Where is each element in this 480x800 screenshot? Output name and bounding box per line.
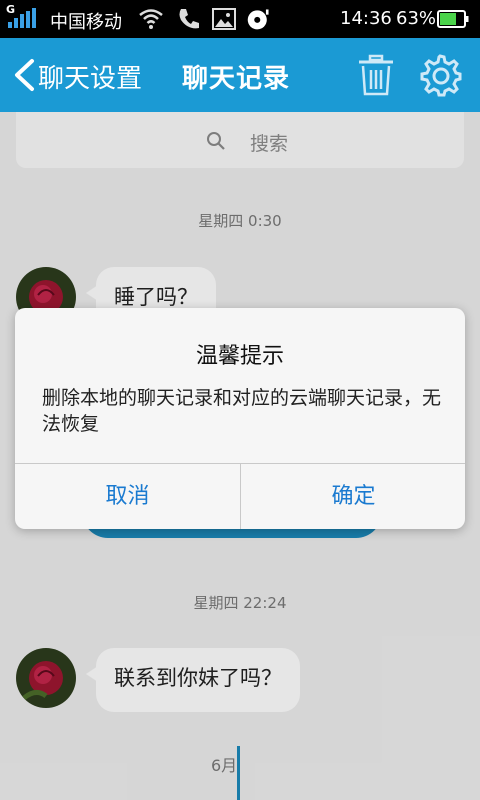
dialog-message: 删除本地的聊天记录和对应的云端聊天记录，无法恢复 (42, 387, 442, 435)
battery-percent: 63% (396, 8, 437, 29)
title-bar: 聊天设置 聊天记录 (0, 38, 480, 112)
back-chevron-icon[interactable] (12, 58, 36, 92)
phone-icon (179, 9, 199, 29)
wifi-icon (139, 9, 163, 29)
battery-icon (437, 10, 469, 28)
carrier-name: 中国移动 (50, 12, 122, 33)
back-button[interactable]: 聊天设置 (38, 58, 142, 95)
confirm-button[interactable]: 确定 (241, 464, 465, 529)
trash-icon[interactable] (356, 54, 396, 96)
dialog-title: 温馨提示 (195, 344, 284, 369)
image-icon (212, 8, 236, 30)
status-bar: G 中国移动 14:36 63% (0, 0, 480, 38)
cancel-button[interactable]: 取消 (15, 464, 240, 529)
media-icon (247, 9, 269, 30)
clock: 14:36 (340, 8, 392, 29)
confirm-dialog: 温馨提示 删除本地的聊天记录和对应的云端聊天记录，无法恢复 取消 确定 (15, 308, 465, 529)
page-title: 聊天记录 (182, 64, 291, 94)
signal-icon (8, 8, 36, 28)
gear-icon[interactable] (418, 53, 462, 97)
